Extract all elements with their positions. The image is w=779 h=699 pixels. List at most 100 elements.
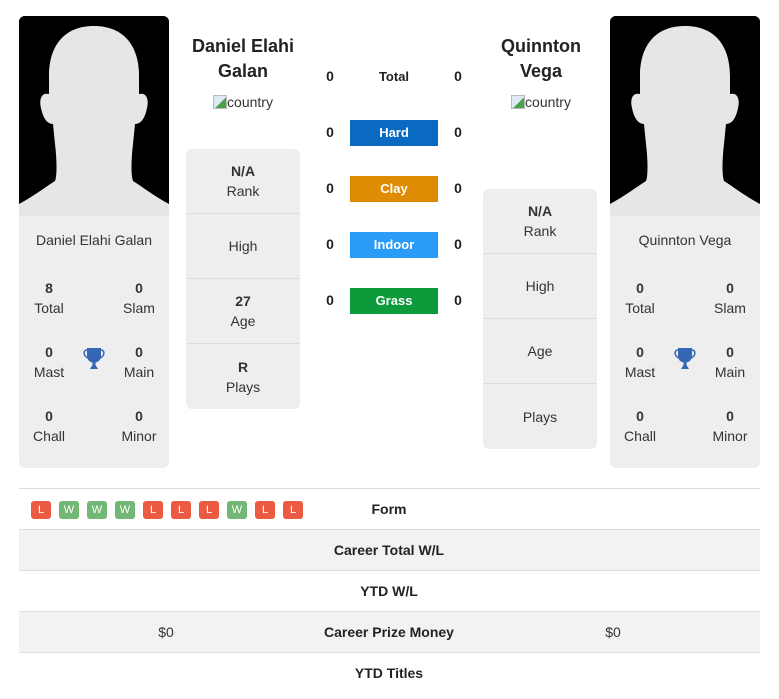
- h2h-indoor-row: 0 Indoor 0: [320, 232, 470, 258]
- player2-name-link[interactable]: Quinnton Vega: [476, 34, 606, 84]
- form-badge-loss[interactable]: L: [255, 501, 275, 519]
- surface-badge-clay: Clay: [350, 176, 438, 202]
- ytd-titles-row: YTD Titles: [19, 653, 760, 694]
- row-label: YTD Titles: [354, 665, 424, 681]
- info-value: 27: [235, 293, 251, 309]
- player2-rank: N/A Rank: [483, 189, 597, 254]
- broken-image-icon: [213, 95, 228, 109]
- form-badge-loss[interactable]: L: [199, 501, 219, 519]
- player2-plays: Plays: [483, 384, 597, 449]
- prize-money-row: $0 Career Prize Money $0: [19, 612, 760, 653]
- info-label: High: [228, 238, 258, 254]
- player2-info-card: N/A Rank High Age Plays: [483, 189, 597, 449]
- stat-value: 0: [636, 280, 644, 296]
- stat-label: Slam: [123, 300, 155, 316]
- player1-photo: [19, 16, 169, 216]
- player2-age: Age: [483, 319, 597, 384]
- info-label: Age: [230, 313, 256, 329]
- info-label: Rank: [523, 223, 557, 239]
- player1-rank: N/A Rank: [186, 149, 300, 214]
- player1-titles-chall: 0 Chall: [19, 406, 79, 446]
- player2-titles-main: 0 Main: [700, 342, 760, 382]
- surface-badge-grass: Grass: [350, 288, 438, 314]
- h2h-p2-value: 0: [454, 292, 462, 308]
- stat-label: Main: [714, 364, 746, 380]
- form-badge-win[interactable]: W: [227, 501, 247, 519]
- h2h-total-label: Total: [378, 69, 410, 84]
- stat-label: Slam: [714, 300, 746, 316]
- player1-titles-minor: 0 Minor: [109, 406, 169, 446]
- surface-badge-hard: Hard: [350, 120, 438, 146]
- player1-plays: R Plays: [186, 344, 300, 409]
- broken-image-icon: [511, 95, 526, 109]
- h2h-p2-value: 0: [454, 124, 462, 140]
- stat-value: 0: [135, 344, 143, 360]
- h2h-p1-value: 0: [326, 124, 334, 140]
- h2h-clay-row: 0 Clay 0: [320, 176, 470, 202]
- form-badge-loss[interactable]: L: [171, 501, 191, 519]
- stat-label: Mast: [33, 364, 65, 380]
- form-badge-win[interactable]: W: [115, 501, 135, 519]
- form-badge-win[interactable]: W: [87, 501, 107, 519]
- stat-value: 0: [726, 280, 734, 296]
- player1-titles-mast: 0 Mast: [19, 342, 79, 382]
- player1-titles-main: 0 Main: [109, 342, 169, 382]
- h2h-p1-value: 0: [326, 180, 334, 196]
- stat-value: 8: [45, 280, 53, 296]
- h2h-p1-value: 0: [326, 236, 334, 252]
- stat-value: 0: [45, 344, 53, 360]
- player1-titles-slam: 0 Slam: [109, 278, 169, 318]
- stat-label: Chall: [33, 428, 65, 444]
- h2h-total-row: 0 Total 0: [320, 64, 470, 90]
- info-value: N/A: [230, 163, 256, 179]
- player1-name-link[interactable]: Daniel Elahi Galan: [178, 34, 308, 84]
- comparison-table: LWWWLLLWLL Form Career Total W/L YTD W/L…: [19, 488, 760, 694]
- player1-titles-total: 8 Total: [19, 278, 79, 318]
- player1-high: High: [186, 214, 300, 279]
- stat-label: Mast: [624, 364, 656, 380]
- info-label: Rank: [226, 183, 260, 199]
- player1-info-card: N/A Rank High 27 Age R Plays: [186, 149, 300, 409]
- player2-card: Quinnton Vega 0 Total 0 Slam 0 Mast 0 Ma…: [610, 16, 760, 468]
- player2-titles-mast: 0 Mast: [610, 342, 670, 382]
- stat-label: Total: [34, 300, 64, 316]
- info-label: Age: [527, 343, 553, 359]
- p2-value: $0: [605, 624, 621, 640]
- form-badge-loss[interactable]: L: [31, 501, 51, 519]
- info-value: N/A: [527, 203, 553, 219]
- h2h-hard-row: 0 Hard 0: [320, 120, 470, 146]
- form-row: LWWWLLLWLL Form: [19, 489, 760, 530]
- stat-value: 0: [135, 408, 143, 424]
- player2-titles-total: 0 Total: [610, 278, 670, 318]
- ytd-wl-row: YTD W/L: [19, 571, 760, 612]
- row-label: Career Prize Money: [324, 624, 454, 640]
- silhouette-avatar-icon: [610, 16, 760, 216]
- country-alt-text: country: [525, 94, 571, 110]
- stat-label: Main: [123, 364, 155, 380]
- stat-value: 0: [135, 280, 143, 296]
- surface-badge-indoor: Indoor: [350, 232, 438, 258]
- stat-value: 0: [726, 408, 734, 424]
- stat-label: Minor: [712, 428, 748, 444]
- player2-photo: [610, 16, 760, 216]
- player2-name-text: Quinnton Vega: [501, 36, 581, 81]
- country-alt-text: country: [227, 94, 273, 110]
- silhouette-avatar-icon: [19, 16, 169, 216]
- career-wl-row: Career Total W/L: [19, 530, 760, 571]
- stat-value: 0: [726, 344, 734, 360]
- row-label: YTD W/L: [360, 583, 418, 599]
- trophy-icon: [81, 346, 107, 372]
- h2h-p1-value: 0: [326, 292, 334, 308]
- form-badge-loss[interactable]: L: [143, 501, 163, 519]
- h2h-p1-value: 0: [326, 68, 334, 84]
- h2h-p2-value: 0: [454, 236, 462, 252]
- stat-value: 0: [636, 344, 644, 360]
- info-value: R: [237, 358, 249, 375]
- player1-age: 27 Age: [186, 279, 300, 344]
- stat-value: 0: [45, 408, 53, 424]
- player2-titles-slam: 0 Slam: [700, 278, 760, 318]
- player2-country: country: [476, 94, 606, 110]
- player1-card-name: Daniel Elahi Galan: [36, 232, 152, 248]
- player2-titles-minor: 0 Minor: [700, 406, 760, 446]
- form-badge-win[interactable]: W: [59, 501, 79, 519]
